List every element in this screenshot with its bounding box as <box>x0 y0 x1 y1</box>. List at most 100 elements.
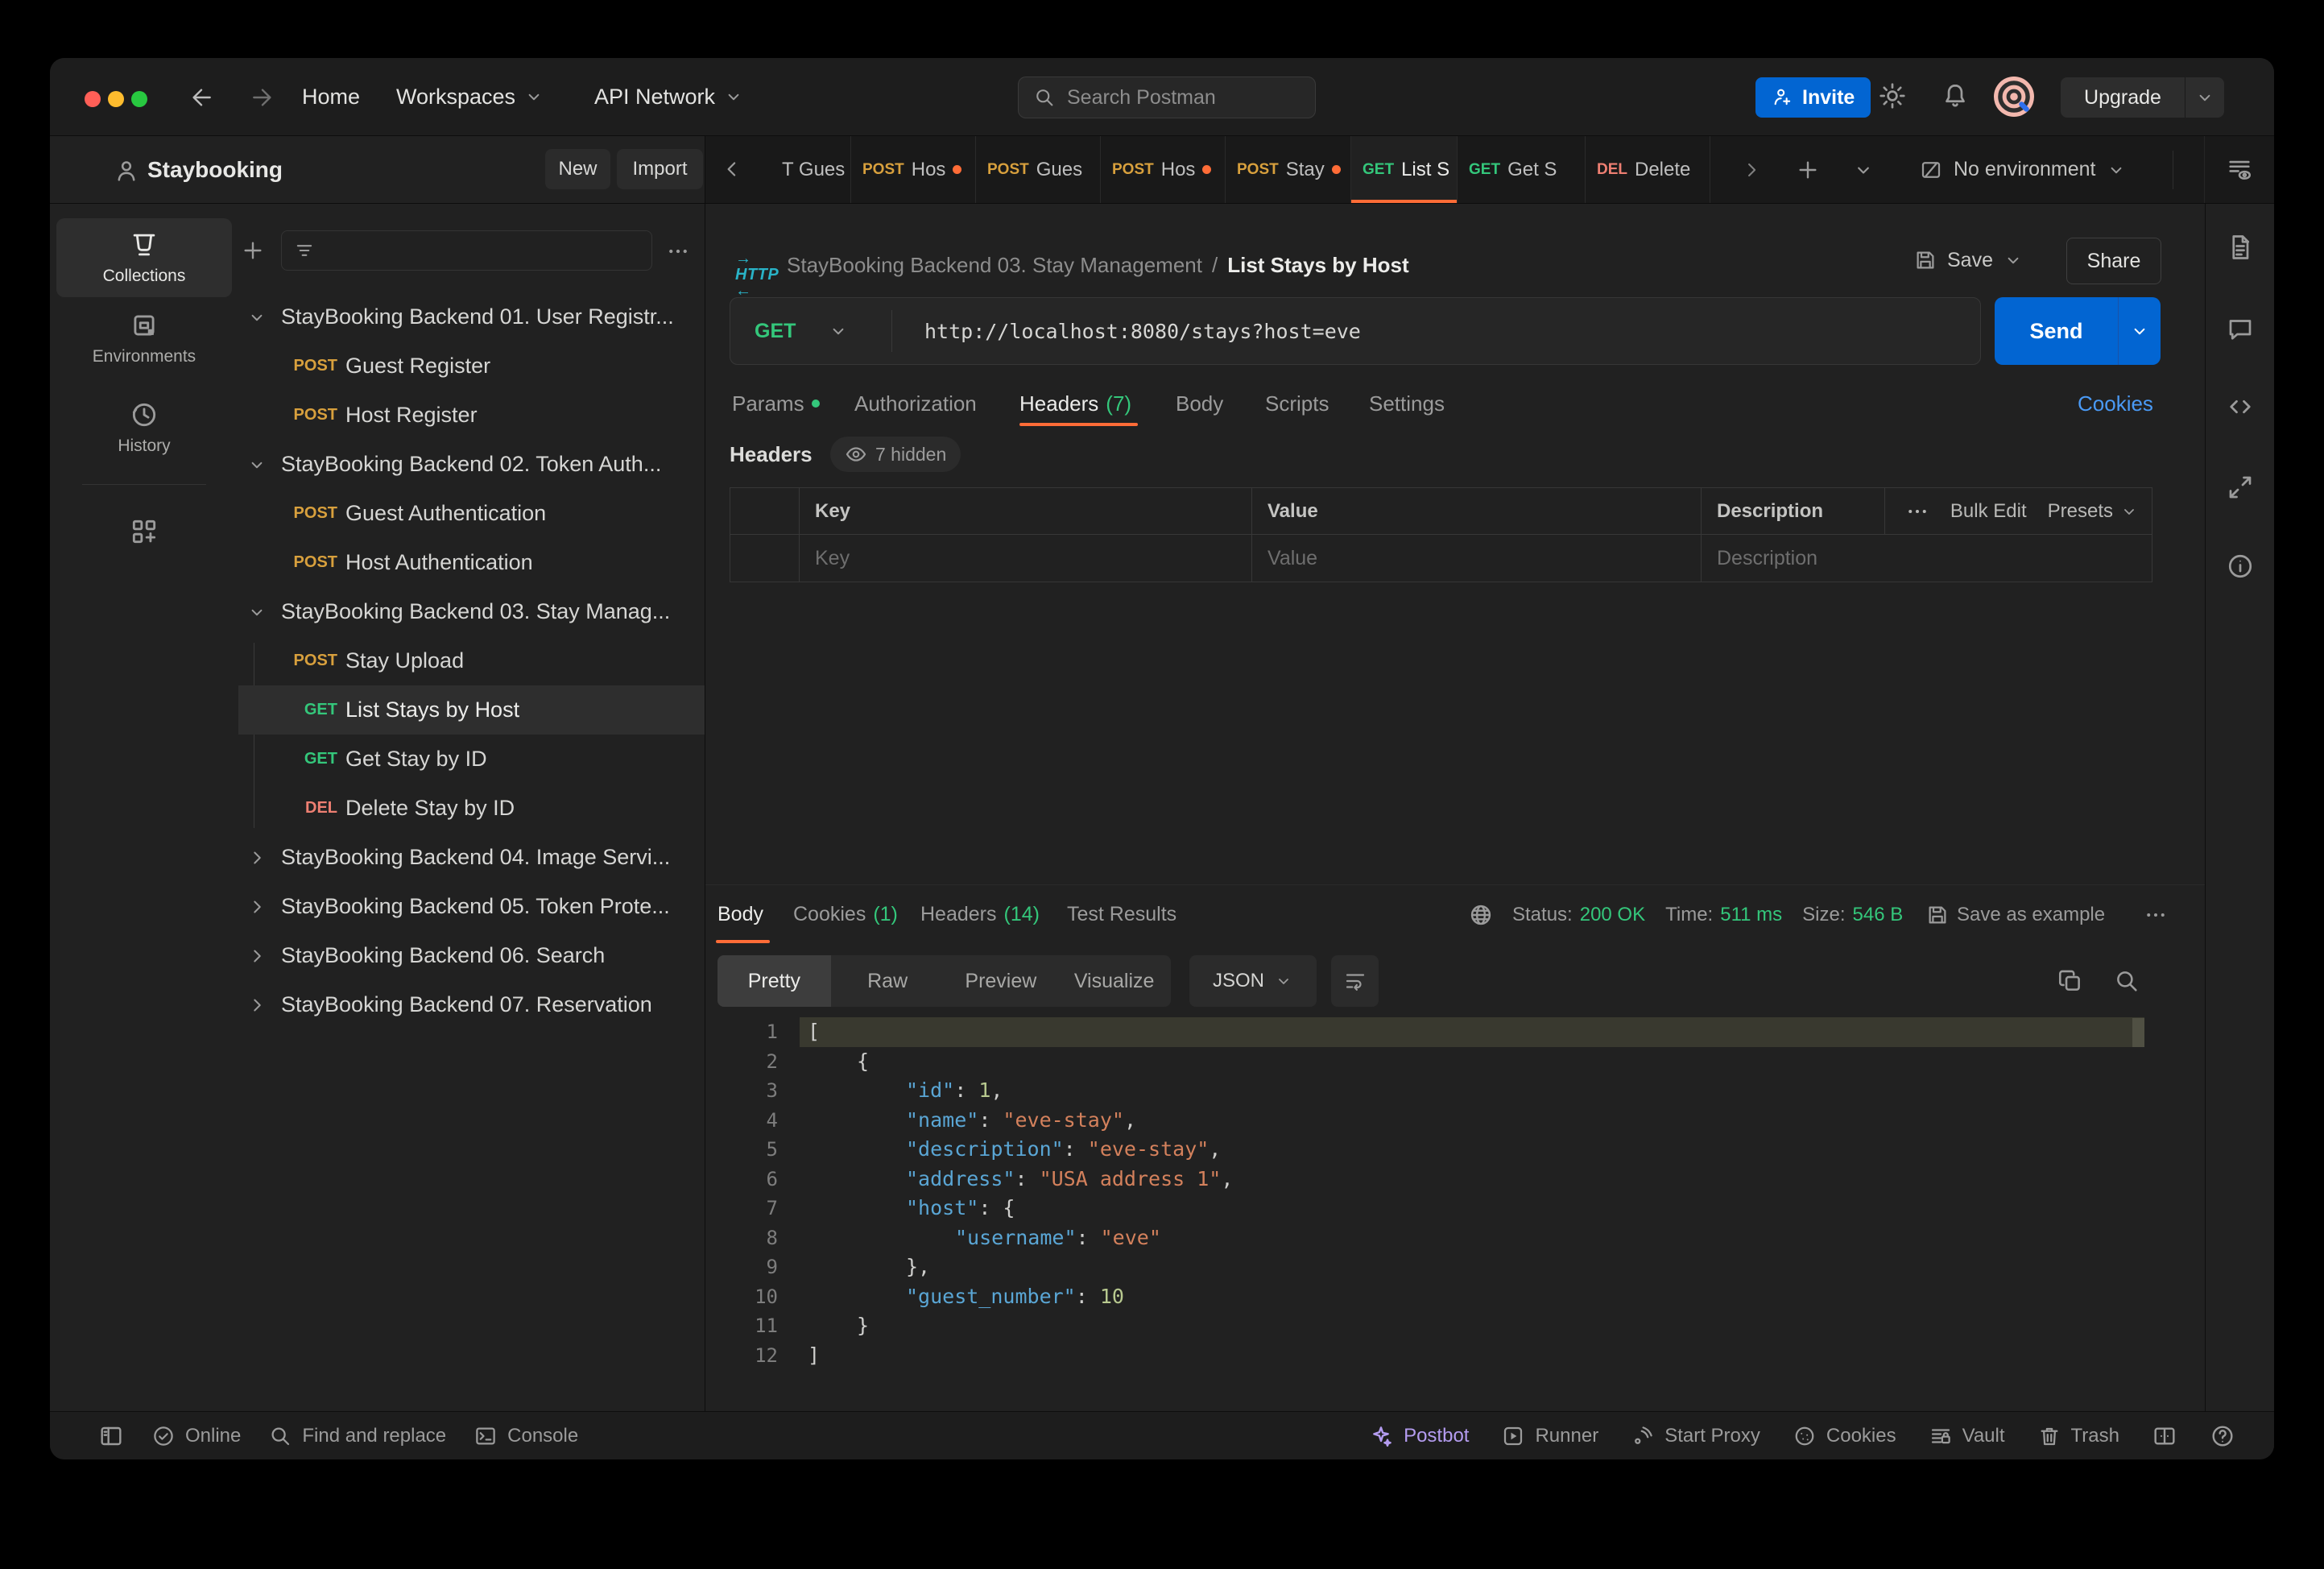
response-body-editor[interactable]: 1[ 2{ 3 "id": 1, 4 "name": "eve-stay", 5 "d… <box>705 1017 2206 1370</box>
filter-collections-input[interactable] <box>281 230 652 271</box>
notifications-bell-icon[interactable] <box>1941 81 1970 110</box>
split-panels-icon[interactable] <box>2152 1423 2177 1449</box>
hidden-headers-toggle[interactable]: 7 hidden <box>830 437 961 472</box>
request-item-selected[interactable]: GET List Stays by Host <box>238 685 705 735</box>
collapse-sidebar-chevron-icon[interactable] <box>720 157 744 181</box>
response-tab-headers[interactable]: Headers (14) <box>920 885 1040 944</box>
save-options-chevron-icon[interactable] <box>2003 250 2024 271</box>
import-button[interactable]: Import <box>617 149 703 189</box>
collection-folder[interactable]: StayBooking Backend 04. Image Servi... <box>238 833 705 882</box>
status-value[interactable]: 200 OK <box>1580 904 1645 926</box>
new-tab-plus-icon[interactable] <box>1795 157 1821 183</box>
rail-collections[interactable]: Collections <box>56 218 232 297</box>
user-avatar[interactable] <box>1994 77 2034 117</box>
scroll-tabs-right-chevron-icon[interactable] <box>1740 159 1763 181</box>
response-tab-body[interactable]: Body <box>717 885 763 944</box>
view-raw[interactable]: Raw <box>831 955 945 1007</box>
collection-folder[interactable]: StayBooking Backend 03. Stay Manag... <box>238 587 705 636</box>
help-icon[interactable] <box>2210 1423 2235 1449</box>
breadcrumb-collection[interactable]: StayBooking Backend 03. Stay Management <box>787 253 1202 278</box>
upgrade-menu-button[interactable] <box>2185 87 2224 108</box>
trash-button[interactable]: Trash <box>2037 1424 2119 1448</box>
environment-selector[interactable]: No environment <box>1919 136 2127 203</box>
resize-panel-icon[interactable] <box>2226 473 2255 502</box>
invite-button[interactable]: Invite <box>1755 77 1871 118</box>
toggle-sidebar-icon[interactable] <box>98 1423 124 1449</box>
sidebar-more-options-icon[interactable] <box>666 239 690 263</box>
request-tab[interactable]: GET Get S <box>1458 136 1586 203</box>
online-status[interactable]: Online <box>151 1424 241 1448</box>
save-as-example[interactable]: Save as example <box>1925 885 2105 944</box>
tab-options-chevron-icon[interactable] <box>1852 159 1875 181</box>
method-selector[interactable]: GET <box>730 320 891 343</box>
description-input[interactable]: Description <box>1717 535 1817 582</box>
close-window-button[interactable] <box>85 91 101 107</box>
request-tab[interactable]: POST Gues <box>976 136 1101 203</box>
request-tab[interactable]: T Gues <box>771 136 851 203</box>
add-collection-plus-icon[interactable] <box>240 238 266 263</box>
cookies-link[interactable]: Cookies <box>2078 381 2153 426</box>
request-item[interactable]: POST Guest Register <box>238 342 705 391</box>
new-button[interactable]: New <box>545 149 610 189</box>
request-item[interactable]: POST Guest Authentication <box>238 489 705 538</box>
share-button[interactable]: Share <box>2066 238 2161 284</box>
back-arrow-icon[interactable] <box>188 85 214 110</box>
collection-folder[interactable]: StayBooking Backend 07. Reservation <box>238 980 705 1029</box>
workspace-name[interactable]: Staybooking <box>147 136 283 203</box>
url-input[interactable]: http://localhost:8080/stays?host=eve <box>892 320 1361 343</box>
cookies-button[interactable]: Cookies <box>1793 1424 1896 1448</box>
request-tab[interactable]: POST Hos <box>1101 136 1226 203</box>
view-preview[interactable]: Preview <box>945 955 1058 1007</box>
format-selector[interactable]: JSON <box>1189 955 1317 1007</box>
value-input[interactable]: Value <box>1267 535 1317 582</box>
environment-quick-look[interactable] <box>2204 136 2274 203</box>
save-button[interactable]: Save <box>1913 238 2024 283</box>
bulk-edit-button[interactable]: Bulk Edit <box>1950 500 2027 523</box>
runner-button[interactable]: Runner <box>1501 1424 1598 1448</box>
forward-arrow-icon[interactable] <box>250 85 275 110</box>
wrap-text-button[interactable] <box>1331 955 1379 1007</box>
nav-workspaces[interactable]: Workspaces <box>396 58 544 135</box>
more-options-icon[interactable] <box>1905 499 1929 524</box>
tab-params[interactable]: Params <box>732 381 820 426</box>
search-input[interactable]: Search Postman <box>1018 77 1316 118</box>
response-tab-test-results[interactable]: Test Results <box>1067 885 1176 944</box>
code-snippet-icon[interactable] <box>2226 392 2255 421</box>
breadcrumb-request-name[interactable]: List Stays by Host <box>1227 253 1408 278</box>
request-item[interactable]: POST Stay Upload <box>238 636 705 685</box>
tab-headers[interactable]: Headers (7) <box>1019 381 1131 426</box>
tab-scripts[interactable]: Scripts <box>1265 381 1329 426</box>
request-tab[interactable]: POST Stay <box>1226 136 1351 203</box>
rail-history[interactable]: History <box>56 399 232 456</box>
start-proxy-button[interactable]: Start Proxy <box>1631 1424 1760 1448</box>
find-and-replace[interactable]: Find and replace <box>268 1424 446 1448</box>
minimize-window-button[interactable] <box>108 91 124 107</box>
vault-button[interactable]: Vault <box>1929 1424 2005 1448</box>
request-item[interactable]: POST Host Register <box>238 391 705 440</box>
view-visualize[interactable]: Visualize <box>1057 955 1171 1007</box>
comments-icon[interactable] <box>2226 315 2255 344</box>
scroll-position-marker[interactable] <box>2132 1018 2144 1047</box>
request-tab[interactable]: DEL Delete <box>1586 136 1710 203</box>
collection-folder[interactable]: StayBooking Backend 02. Token Auth... <box>238 440 705 489</box>
network-globe-icon[interactable] <box>1468 902 1494 928</box>
maximize-window-button[interactable] <box>131 91 147 107</box>
console-button[interactable]: Console <box>473 1424 578 1448</box>
tab-settings[interactable]: Settings <box>1369 381 1445 426</box>
send-options-button[interactable] <box>2119 321 2161 342</box>
request-item[interactable]: GET Get Stay by ID <box>238 735 705 784</box>
request-item[interactable]: DEL Delete Stay by ID <box>238 784 705 833</box>
copy-response-icon[interactable] <box>2057 967 2084 995</box>
upgrade-button[interactable]: Upgrade <box>2061 77 2224 118</box>
key-input[interactable]: Key <box>815 535 850 582</box>
tab-authorization[interactable]: Authorization <box>854 381 977 426</box>
nav-api-network[interactable]: API Network <box>594 58 744 135</box>
response-more-options-icon[interactable] <box>2144 903 2168 927</box>
size-value[interactable]: 546 B <box>1853 904 1904 926</box>
send-button[interactable]: Send <box>1995 297 2161 365</box>
info-icon[interactable] <box>2226 552 2255 581</box>
collection-folder[interactable]: StayBooking Backend 06. Search <box>238 931 705 980</box>
request-tab-active[interactable]: GET List S <box>1351 136 1458 203</box>
settings-gear-icon[interactable] <box>1878 81 1907 110</box>
request-tab[interactable]: POST Hos <box>851 136 976 203</box>
